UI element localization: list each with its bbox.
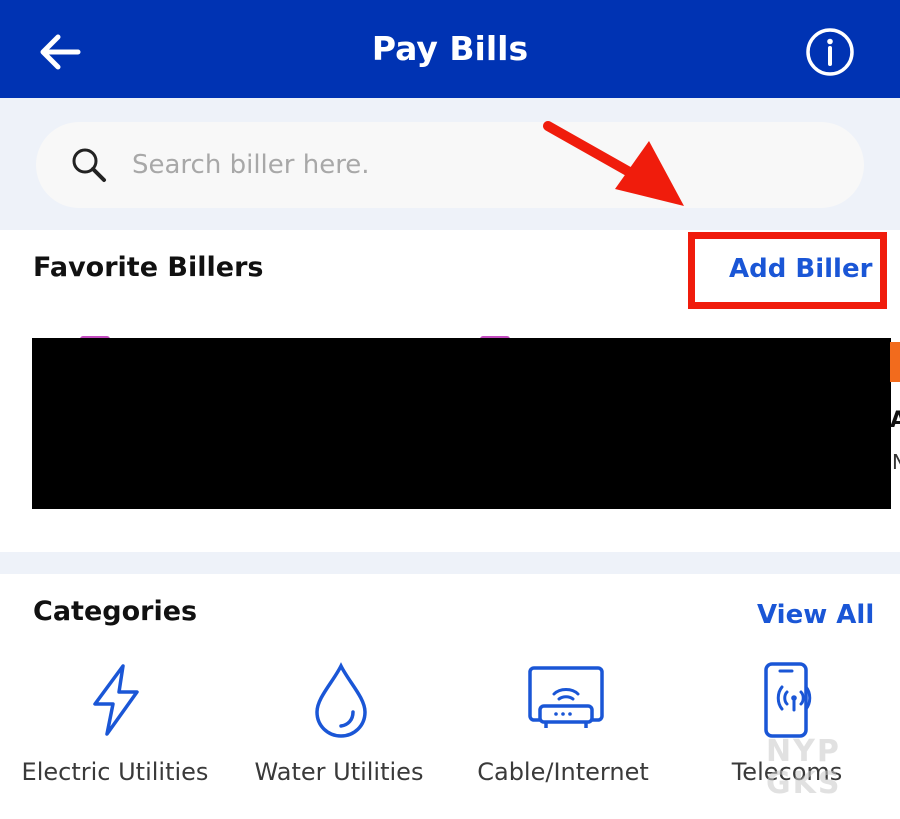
search-input[interactable] — [132, 122, 832, 208]
biller-logo-edge[interactable] — [890, 342, 900, 382]
app-header: Pay Bills — [0, 0, 900, 98]
category-electric-utilities[interactable]: Electric Utilities — [0, 660, 230, 800]
favorite-billers-section: Favorite Billers Add Biller A N — [0, 230, 900, 552]
biller-name-edge: A — [890, 408, 900, 433]
info-button[interactable] — [800, 22, 860, 82]
magnifier-icon — [72, 148, 106, 182]
categories-title: Categories — [33, 596, 198, 627]
router-icon — [528, 666, 604, 728]
category-cable-internet[interactable]: Cable/Internet — [448, 660, 678, 800]
add-biller-button[interactable]: Add Biller — [729, 254, 872, 284]
search-bar[interactable] — [36, 122, 864, 208]
search-area — [0, 98, 900, 230]
watermark-logo: NYP GKS — [766, 736, 884, 806]
view-all-button[interactable]: View All — [757, 600, 874, 630]
watermark-line: NYP — [766, 734, 841, 769]
biller-subtext-edge: N — [892, 450, 900, 474]
category-water-utilities[interactable]: Water Utilities — [224, 660, 454, 800]
mobile-phone-icon — [764, 662, 812, 738]
favorite-billers-title: Favorite Billers — [33, 252, 264, 283]
back-button[interactable] — [30, 22, 90, 82]
section-divider — [0, 552, 900, 574]
redacted-billers — [32, 338, 891, 509]
category-label: Cable/Internet — [477, 758, 649, 786]
category-label: Electric Utilities — [21, 758, 209, 786]
arrow-left-icon — [40, 34, 81, 70]
lightning-icon — [93, 664, 139, 736]
info-circle-icon — [806, 28, 854, 76]
categories-section: Categories View All Electric Utilities W… — [0, 574, 900, 819]
water-drop-icon — [315, 662, 367, 738]
watermark-line: GKS — [766, 766, 842, 801]
page-title: Pay Bills — [371, 29, 529, 68]
category-label: Water Utilities — [254, 758, 424, 786]
